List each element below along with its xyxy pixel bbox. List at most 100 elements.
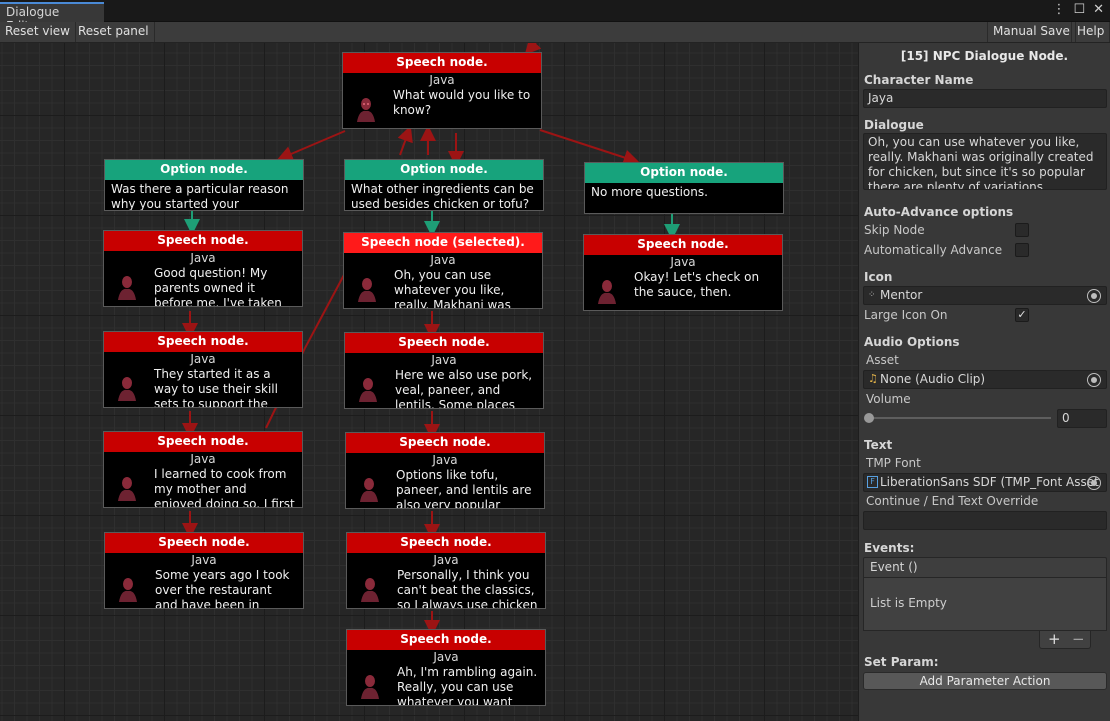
window-controls: ⋮ ☐ ✕ (1052, 2, 1104, 17)
speech-node[interactable]: Speech node. Java They started it as a w… (103, 331, 303, 408)
node-header: Speech node. (584, 235, 782, 255)
manual-save-button[interactable]: Manual Save (987, 22, 1076, 42)
node-text: What other ingredients can be used besid… (351, 182, 534, 210)
text-label: Text (864, 438, 893, 452)
node-header: Speech node. (346, 433, 544, 453)
node-header: Option node. (105, 160, 303, 180)
character-portrait-icon (360, 478, 378, 502)
character-portrait-icon (118, 477, 136, 501)
tab-dialogue-editor[interactable]: Dialogue Editor (0, 2, 104, 33)
reset-view-button[interactable]: Reset view (0, 22, 76, 42)
speech-node[interactable]: Speech node. Java Personally, I think yo… (346, 532, 546, 609)
events-label: Events: (864, 541, 915, 555)
character-portrait-icon (119, 578, 137, 602)
node-character: Java (190, 251, 216, 265)
speech-node[interactable]: Speech node. Java Good question! My pare… (103, 230, 303, 307)
speech-node[interactable]: Speech node. Java Options like tofu, pan… (345, 432, 545, 509)
auto-advance-checkbox-label: Automatically Advance (864, 243, 1003, 257)
wire (304, 272, 346, 349)
wire (397, 125, 413, 156)
maximize-icon[interactable]: ☐ (1073, 2, 1085, 17)
slider-knob[interactable] (864, 413, 874, 423)
speech-node[interactable]: Speech node. Java What would you like to… (342, 52, 542, 129)
auto-advance-checkbox[interactable] (1015, 243, 1029, 257)
character-portrait-icon (118, 276, 136, 300)
continue-override-field[interactable] (863, 511, 1107, 530)
speech-node-selected[interactable]: Speech node (selected). Java Oh, you can… (343, 232, 543, 309)
node-text: Was there a particular reason why you st… (111, 182, 289, 210)
object-picker-icon[interactable] (1087, 289, 1101, 303)
option-node[interactable]: Option node. What other ingredients can … (344, 159, 544, 211)
node-text: Personally, I think you can't beat the c… (397, 568, 538, 608)
node-text: I learned to cook from my mother and enj… (154, 467, 295, 507)
speech-node[interactable]: Speech node. Java Here we also use pork,… (344, 332, 544, 409)
node-header: Speech node. (347, 630, 545, 650)
tmp-font-label: TMP Font (866, 456, 921, 470)
object-picker-icon[interactable] (1087, 476, 1101, 490)
character-portrait-icon (118, 377, 136, 401)
asset-value: None (Audio Clip) (880, 372, 986, 386)
remove-event-button[interactable]: − (1072, 630, 1085, 648)
speech-node[interactable]: Speech node. Java Some years ago I took … (104, 532, 304, 609)
node-character: Java (430, 253, 456, 267)
event-list-body: List is Empty (863, 577, 1107, 631)
node-header: Speech node. (343, 53, 541, 73)
auto-advance-label: Auto-Advance options (864, 205, 1014, 219)
node-header: Option node. (345, 160, 543, 180)
wire (276, 130, 346, 162)
continue-label: Continue / End Text Override (866, 494, 1039, 508)
wire (539, 129, 640, 166)
node-character: Java (190, 352, 216, 366)
node-graph-canvas[interactable]: Speech node. Java What would you like to… (0, 43, 858, 721)
audio-asset-field[interactable]: ♫ None (Audio Clip) (863, 370, 1107, 389)
add-event-button[interactable]: + (1048, 630, 1061, 648)
character-portrait-icon (361, 578, 379, 602)
node-character: Java (429, 73, 455, 87)
icon-value: Mentor (880, 288, 923, 302)
node-header: Speech node. (104, 432, 302, 452)
node-header: Speech node. (104, 332, 302, 352)
volume-slider[interactable] (859, 409, 1055, 427)
node-character: Java (431, 353, 457, 367)
node-header: Speech node. (105, 533, 303, 553)
audio-options-label: Audio Options (864, 335, 960, 349)
help-button[interactable]: Help (1071, 22, 1110, 42)
close-icon[interactable]: ✕ (1093, 2, 1104, 17)
speech-node[interactable]: Speech node. Java Okay! Let's check on t… (583, 234, 783, 311)
option-node[interactable]: Option node. Was there a particular reas… (104, 159, 304, 211)
tmp-font-field[interactable]: F LiberationSans SDF (TMP_Font Asset (863, 473, 1107, 492)
volume-input[interactable]: 0 (1057, 409, 1107, 428)
event-list-footer: + − (1039, 630, 1091, 649)
node-text: Good question! My parents owned it befor… (154, 266, 282, 306)
skip-node-checkbox[interactable] (1015, 223, 1029, 237)
reset-panel-button[interactable]: Reset panel (73, 22, 155, 42)
node-header: Speech node. (104, 231, 302, 251)
sprite-icon: ⁘ (868, 290, 876, 300)
node-text: Some years ago I took over the restauran… (155, 568, 290, 608)
event-list-header: Event () (863, 557, 1107, 577)
node-text: Okay! Let's check on the sauce, then. (634, 270, 760, 299)
character-portrait-icon (361, 675, 379, 699)
node-text: No more questions. (591, 185, 708, 199)
node-text: Options like tofu, paneer, and lentils a… (396, 468, 532, 508)
large-icon-checkbox[interactable]: ✓ (1015, 308, 1029, 322)
character-name-field[interactable]: Jaya (863, 89, 1107, 108)
option-node[interactable]: Option node. No more questions. (584, 162, 784, 214)
add-parameter-action-button[interactable]: Add Parameter Action (863, 672, 1107, 690)
asset-label: Asset (866, 353, 899, 367)
node-text: Here we also use pork, veal, paneer, and… (395, 368, 533, 408)
node-text: What would you like to know? (393, 88, 531, 117)
node-header: Speech node (selected). (344, 233, 542, 253)
node-character: Java (432, 453, 458, 467)
inspector-title: [15] NPC Dialogue Node. (900, 49, 1069, 63)
set-param-label: Set Param: (864, 655, 939, 669)
node-character: Java (670, 255, 696, 269)
icon-field[interactable]: ⁘ Mentor (863, 286, 1107, 305)
speech-node[interactable]: Speech node. Java I learned to cook from… (103, 431, 303, 508)
more-options-icon[interactable]: ⋮ (1052, 2, 1065, 17)
speech-node[interactable]: Speech node. Java Ah, I'm rambling again… (346, 629, 546, 706)
skip-node-label: Skip Node (864, 223, 925, 237)
object-picker-icon[interactable] (1087, 373, 1101, 387)
node-character: Java (191, 553, 217, 567)
dialogue-textarea[interactable]: Oh, you can use whatever you like, reall… (863, 133, 1107, 190)
